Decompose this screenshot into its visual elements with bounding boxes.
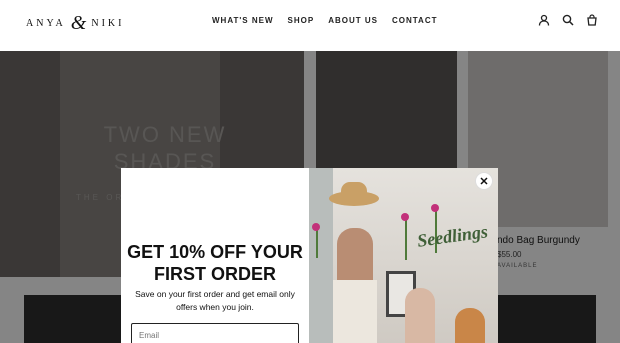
logo-text-left: ANYA [26,18,66,29]
brand-logo[interactable]: ANYA & NIKI [26,12,124,35]
child-figure-second [455,308,485,343]
flower-stem [405,220,407,260]
nav-about-us[interactable]: ABOUT US [328,16,378,25]
popup-description: Save on your first order and get email o… [135,289,295,312]
image-window [309,168,333,343]
child-figure [405,288,435,343]
header-icons [538,14,598,26]
nav-shop[interactable]: SHOP [288,16,315,25]
search-icon[interactable] [562,14,574,26]
popup-title: GET 10% OFF YOUR FIRST ORDER [127,242,303,284]
flower [312,223,320,231]
cart-icon[interactable] [586,14,598,26]
account-icon[interactable] [538,14,550,26]
flower [401,213,409,221]
logo-text-right: NIKI [91,18,125,29]
person-skirt [333,280,377,343]
email-field[interactable] [131,323,299,343]
nav-whats-new[interactable]: WHAT'S NEW [212,16,274,25]
main-nav: WHAT'S NEW SHOP ABOUT US CONTACT [212,16,438,25]
nav-contact[interactable]: CONTACT [392,16,438,25]
hat-brim [329,191,379,206]
site-header: ANYA & NIKI WHAT'S NEW SHOP ABOUT US CON… [0,0,620,44]
flower-stem [316,228,318,258]
discount-popup: GET 10% OFF YOUR FIRST ORDER Save on you… [121,168,498,343]
logo-ampersand: & [70,12,87,34]
flower [431,204,439,212]
popup-image: Seedlings [309,168,498,343]
close-icon[interactable] [475,172,493,190]
popup-form-panel: GET 10% OFF YOUR FIRST ORDER Save on you… [121,168,309,343]
